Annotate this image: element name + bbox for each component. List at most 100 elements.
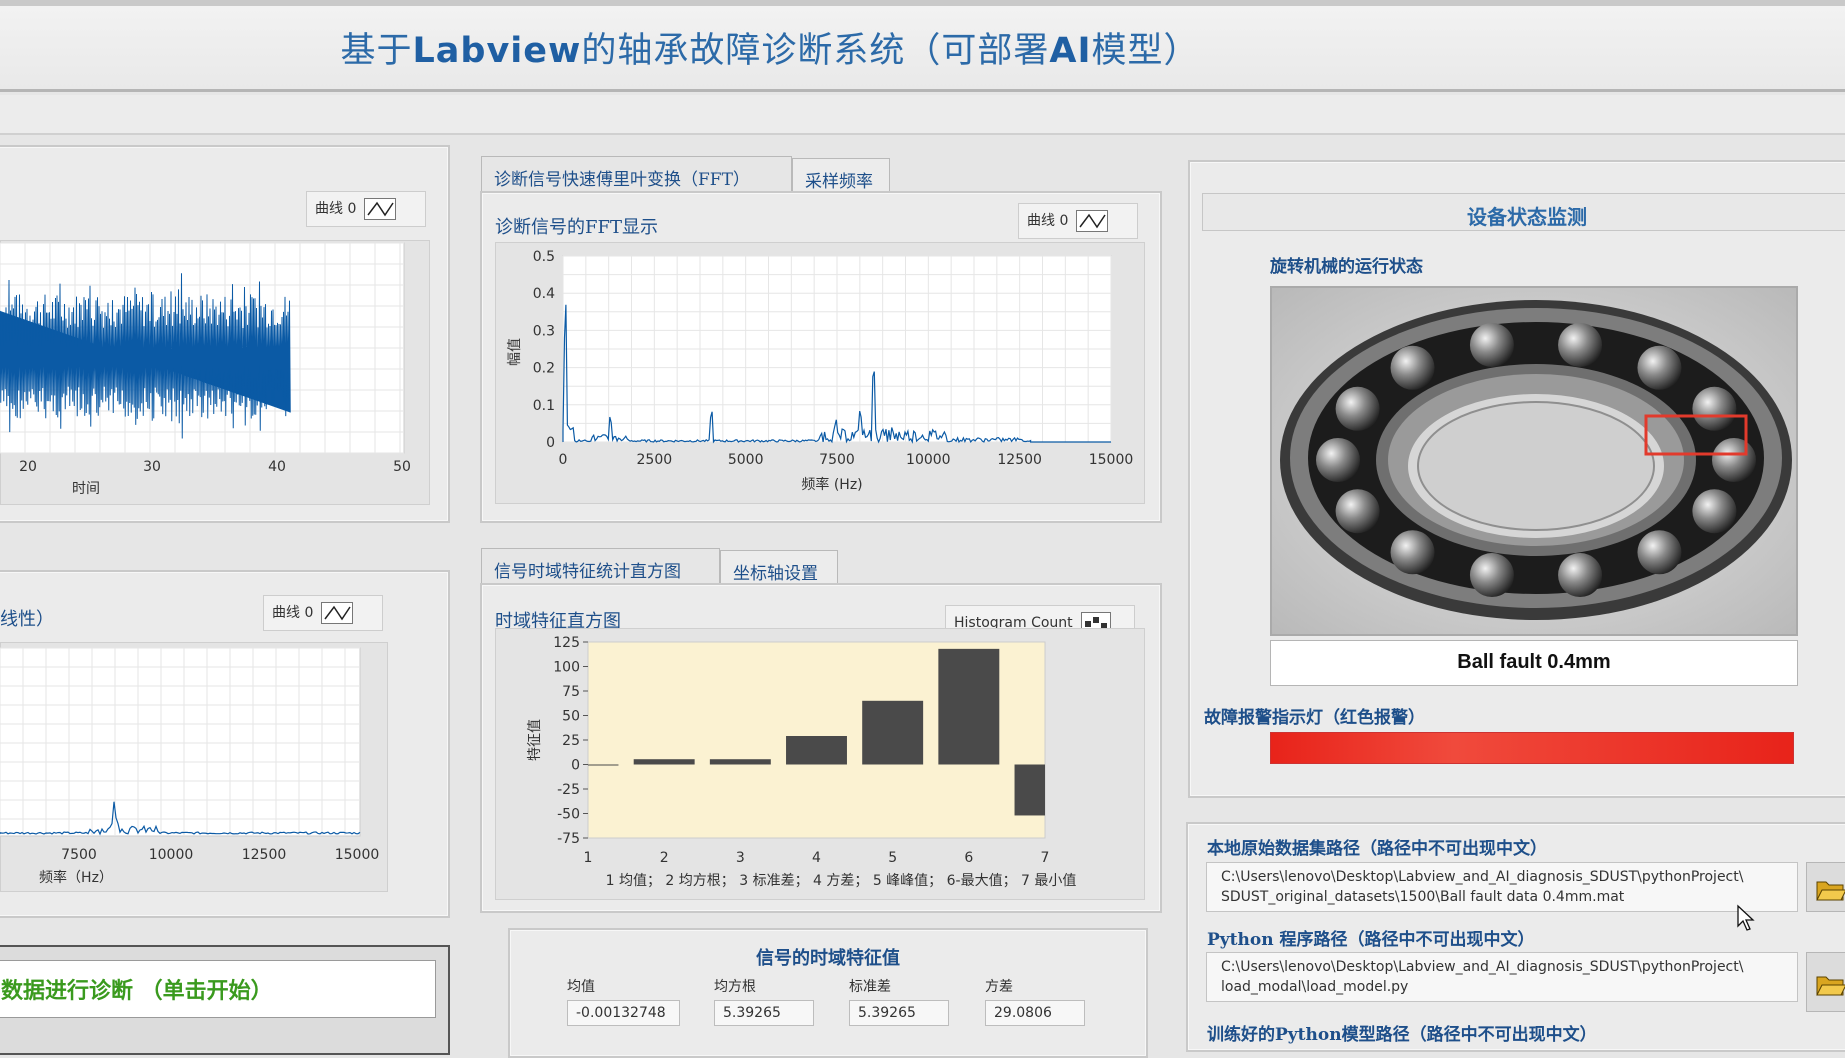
x-tick: 12500 xyxy=(242,847,287,863)
bearing-ball xyxy=(1558,553,1603,598)
fault-status-display: Ball fault 0.4mm xyxy=(1270,640,1798,686)
histogram-bar xyxy=(862,700,924,765)
folder-icon xyxy=(1816,881,1845,901)
y-tick: -25 xyxy=(557,782,580,798)
time-plot-legend[interactable]: 曲线 0 xyxy=(306,191,426,227)
x-tick: 3 xyxy=(736,850,745,866)
mouse-cursor-icon xyxy=(1737,904,1755,931)
diagnose-button[interactable]: 数据进行诊断 （单击开始） xyxy=(0,960,436,1018)
browse-python-button[interactable] xyxy=(1806,952,1845,1012)
bearing-ball xyxy=(1335,386,1380,431)
python-path-label: Python 程序路径（路径中不可出现中文） xyxy=(1207,930,1535,950)
machine-state-label: 旋转机械的运行状态 xyxy=(1270,257,1423,277)
y-tick: 0.2 xyxy=(533,361,555,377)
bearing-image xyxy=(1270,286,1798,636)
path-text: C:\Users\lenovo\Desktop\Labview_and_AI_d… xyxy=(1221,869,1744,885)
feature-label-mean: 均值 xyxy=(567,979,595,995)
feature-label-std: 标准差 xyxy=(849,979,891,995)
spectrum-plot-left: 7500 10000 12500 15000 频率（Hz） xyxy=(0,647,380,886)
feature-value-std: 5.39265 xyxy=(849,1000,949,1026)
x-tick: 5000 xyxy=(728,452,764,468)
x-tick: 4 xyxy=(812,850,821,866)
feature-value-mean: -0.00132748 xyxy=(567,1000,680,1026)
legend-label: 曲线 0 xyxy=(1027,213,1069,229)
dataset-path-label: 本地原始数据集路径（路径中不可出现中文） xyxy=(1207,839,1547,859)
y-tick: 125 xyxy=(553,635,580,651)
histogram-bar xyxy=(633,759,695,765)
x-tick: 7500 xyxy=(61,847,97,863)
x-tick: 1 xyxy=(584,850,593,866)
x-tick: 2500 xyxy=(637,452,673,468)
x-tick: 7 xyxy=(1041,850,1050,866)
y-tick: -75 xyxy=(557,831,580,847)
feature-value-variance: 29.0806 xyxy=(985,1000,1085,1026)
x-tick: 40 xyxy=(268,459,286,475)
histogram-bar xyxy=(588,764,619,766)
browse-dataset-button[interactable] xyxy=(1806,862,1845,912)
time-features-title: 信号的时域特征值 xyxy=(756,948,900,969)
feature-label-variance: 方差 xyxy=(985,979,1013,995)
x-axis-label: 频率 (Hz) xyxy=(801,476,862,493)
x-tick: 2 xyxy=(660,850,669,866)
legend-label: 曲线 0 xyxy=(315,201,357,217)
legend-label: 曲线 0 xyxy=(272,605,314,621)
x-tick: 50 xyxy=(393,459,411,475)
time-signal-plot: 20 30 40 50 时间 xyxy=(0,242,411,497)
histogram-bar xyxy=(709,759,771,765)
spectrum-title-left: 线性） xyxy=(0,609,54,630)
bearing-ball xyxy=(1390,530,1435,575)
histogram-bar xyxy=(1014,764,1045,816)
alarm-indicator xyxy=(1270,732,1794,764)
bearing-ball xyxy=(1469,553,1514,598)
folder-icon xyxy=(1816,976,1845,996)
y-tick: -50 xyxy=(557,807,580,823)
histogram-chart: 125 100 75 50 25 0 -25 -50 -75 1 2 3 4 5 6 7 特征值 1 均值；… xyxy=(527,635,1077,889)
path-text: C:\Users\lenovo\Desktop\Labview_and_AI_d… xyxy=(1221,959,1744,975)
bearing-ball xyxy=(1637,530,1682,575)
y-axis-label: 幅值 xyxy=(507,338,523,366)
python-path-field[interactable]: C:\Users\lenovo\Desktop\Labview_and_AI_d… xyxy=(1206,952,1798,1002)
x-tick: 15000 xyxy=(1089,452,1134,468)
device-monitor-title: 设备状态监测 xyxy=(1202,193,1845,231)
tab-axis-settings[interactable]: 坐标轴设置 xyxy=(720,550,838,584)
histogram-bar xyxy=(938,648,1000,765)
fft-plot-title: 诊断信号的FFT显示 xyxy=(495,217,658,238)
line-style-icon xyxy=(321,602,354,624)
y-tick: 0.3 xyxy=(533,323,555,339)
x-axis-label: 时间 xyxy=(72,481,100,497)
bearing-ball xyxy=(1637,345,1682,390)
x-tick: 30 xyxy=(143,459,161,475)
fft-plot-legend[interactable]: 曲线 0 xyxy=(1018,203,1138,239)
y-axis-label: 特征值 xyxy=(527,719,543,761)
x-tick: 7500 xyxy=(819,452,855,468)
y-tick: 0.1 xyxy=(533,398,555,414)
fft-plot: 0.5 0.4 0.3 0.2 0.1 0 0 2500 5000 7500 10000 12500… xyxy=(507,249,1134,493)
page-title: 基于Labview的轴承故障诊断系统（可部署AI模型） xyxy=(340,31,1200,71)
x-axis-label: 频率（Hz） xyxy=(39,869,113,886)
feature-value-rms: 5.39265 xyxy=(714,1000,814,1026)
histogram-caption: 1 均值； 2 均方根； 3 标准差； 4 方差； 5 峰峰值； 6-最大值； … xyxy=(606,873,1077,889)
x-tick: 10000 xyxy=(149,847,194,863)
bearing-ball xyxy=(1692,489,1737,534)
plot-area xyxy=(0,647,361,837)
tab-fft[interactable]: 诊断信号快速傅里叶变换（FFT） xyxy=(481,156,792,192)
y-tick: 0 xyxy=(571,758,580,774)
tab-sampling-rate[interactable]: 采样频率 xyxy=(792,158,890,192)
tab-histogram[interactable]: 信号时域特征统计直方图 xyxy=(481,548,720,584)
bearing-ball xyxy=(1335,489,1380,534)
spectrum-legend-left[interactable]: 曲线 0 xyxy=(263,595,383,631)
y-tick: 0.4 xyxy=(533,286,555,302)
line-style-icon xyxy=(1076,210,1109,232)
line-style-icon xyxy=(364,198,397,220)
histogram-bar xyxy=(786,736,847,765)
x-tick: 15000 xyxy=(335,847,380,863)
x-tick: 12500 xyxy=(997,452,1042,468)
dataset-path-field[interactable]: C:\Users\lenovo\Desktop\Labview_and_AI_d… xyxy=(1206,862,1798,912)
y-tick: 50 xyxy=(562,709,580,725)
y-tick: 0.5 xyxy=(533,249,555,265)
y-tick: 100 xyxy=(553,660,580,676)
path-text: SDUST_original_datasets\1500\Ball fault … xyxy=(1221,889,1625,905)
x-tick: 10000 xyxy=(906,452,951,468)
bearing-ball xyxy=(1390,345,1435,390)
y-tick: 25 xyxy=(562,733,580,749)
